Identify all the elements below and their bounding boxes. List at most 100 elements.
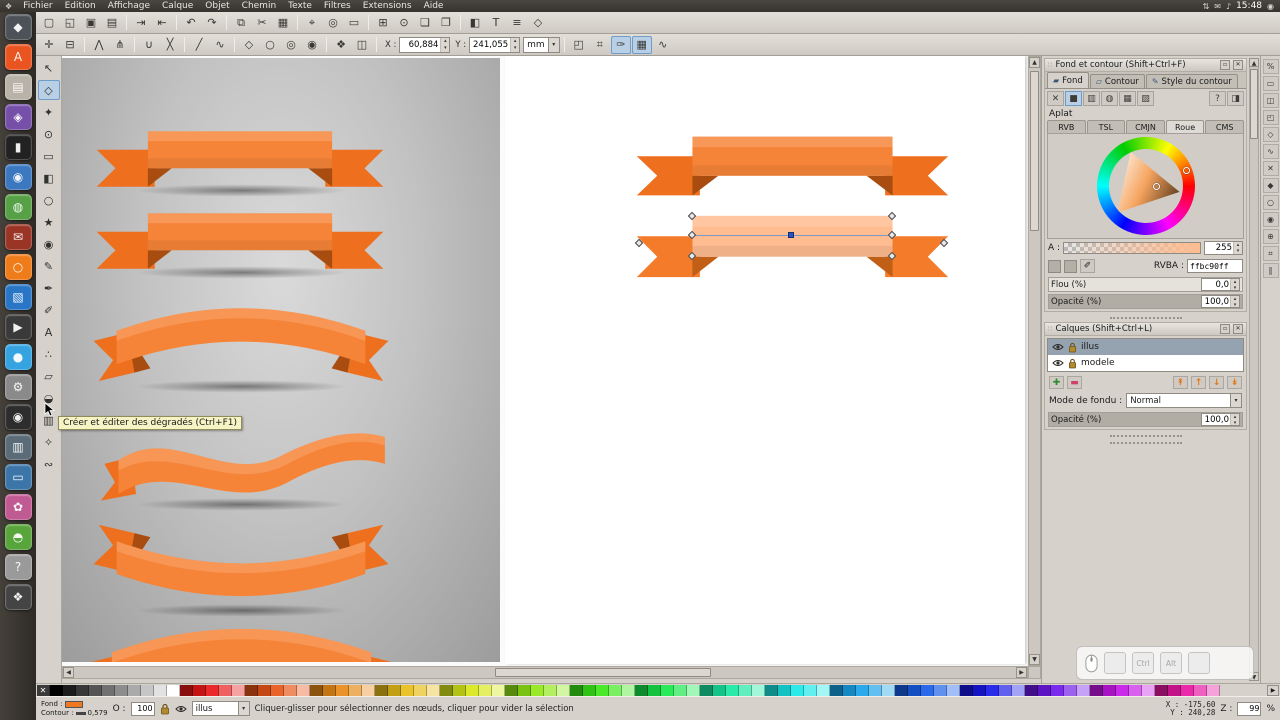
path-node[interactable] bbox=[687, 230, 697, 240]
layer-opacity-row[interactable]: Opacité (%) ▴▾ bbox=[1048, 412, 1243, 427]
float-dialog-icon[interactable]: ▫ bbox=[1220, 324, 1230, 334]
color-mode-tab-tsl[interactable]: TSL bbox=[1086, 120, 1126, 133]
palette-swatch[interactable] bbox=[960, 684, 973, 696]
palette-swatch[interactable] bbox=[1025, 684, 1038, 696]
palette-swatch[interactable] bbox=[804, 684, 817, 696]
fill-stroke-dialog-icon[interactable]: ◧ bbox=[465, 14, 485, 32]
palette-swatch[interactable] bbox=[76, 684, 89, 696]
palette-swatch[interactable] bbox=[258, 684, 271, 696]
ungroup-icon[interactable]: ❐ bbox=[436, 14, 456, 32]
launcher-chromium-icon[interactable]: ● bbox=[4, 344, 32, 370]
palette-swatch[interactable] bbox=[687, 684, 700, 696]
cut-icon[interactable]: ✂ bbox=[252, 14, 272, 32]
reference-image[interactable] bbox=[62, 58, 500, 662]
unit-combobox[interactable]: mm ▾ bbox=[523, 36, 560, 53]
launcher-files-icon[interactable]: ▤ bbox=[4, 74, 32, 100]
palette-swatch[interactable] bbox=[297, 684, 310, 696]
text-tool[interactable]: A bbox=[38, 322, 60, 342]
menu-fichier[interactable]: Fichier bbox=[17, 0, 58, 12]
palette-swatch[interactable] bbox=[1129, 684, 1142, 696]
paint-flat-button[interactable]: ■ bbox=[1065, 91, 1082, 106]
palette-swatch[interactable] bbox=[492, 684, 505, 696]
palette-swatch[interactable] bbox=[115, 684, 128, 696]
scroll-down-icon[interactable]: ▼ bbox=[1029, 654, 1040, 665]
snap-smooth-icon[interactable]: ○ bbox=[1262, 195, 1279, 210]
palette-swatch[interactable] bbox=[765, 684, 778, 696]
palette-swatch[interactable] bbox=[570, 684, 583, 696]
selector-tool[interactable]: ↖ bbox=[38, 58, 60, 78]
alpha-slider[interactable] bbox=[1063, 242, 1201, 254]
palette-swatch[interactable] bbox=[778, 684, 791, 696]
snap-enable-icon[interactable]: % bbox=[1262, 59, 1279, 74]
blur-row[interactable]: Flou (%) ▴▾ bbox=[1048, 277, 1243, 292]
dock-resize-grip[interactable] bbox=[1109, 435, 1182, 437]
bezier-tool[interactable]: ✒ bbox=[38, 278, 60, 298]
zoom-selection-icon[interactable]: ⌖ bbox=[302, 14, 322, 32]
menu-objet[interactable]: Objet bbox=[199, 0, 235, 12]
palette-swatch[interactable] bbox=[531, 684, 544, 696]
group-icon[interactable]: ❏ bbox=[415, 14, 435, 32]
palette-swatch[interactable] bbox=[518, 684, 531, 696]
palette-swatch[interactable] bbox=[167, 684, 180, 696]
palette-swatch[interactable] bbox=[427, 684, 440, 696]
star-tool[interactable]: ★ bbox=[38, 212, 60, 232]
palette-swatch[interactable] bbox=[180, 684, 193, 696]
palette-swatch[interactable] bbox=[219, 684, 232, 696]
layer-opacity-spinbox[interactable]: ▴▾ bbox=[1201, 413, 1240, 426]
palette-swatch[interactable] bbox=[882, 684, 895, 696]
paint-radial-gradient-button[interactable]: ◍ bbox=[1101, 91, 1118, 106]
palette-swatch[interactable] bbox=[921, 684, 934, 696]
paste-icon[interactable]: ▦ bbox=[273, 14, 293, 32]
palette-swatch[interactable] bbox=[401, 684, 414, 696]
palette-swatch[interactable] bbox=[947, 684, 960, 696]
palette-swatch[interactable] bbox=[336, 684, 349, 696]
color-mode-tab-cms[interactable]: CMS bbox=[1205, 120, 1244, 133]
ribbon-flat-1[interactable] bbox=[95, 126, 385, 192]
mail-icon[interactable]: ✉ bbox=[1214, 2, 1221, 11]
remove-layer-button[interactable]: ▬ bbox=[1067, 376, 1082, 389]
palette-swatch[interactable] bbox=[1155, 684, 1168, 696]
snap-grid-icon[interactable]: ⌗ bbox=[1262, 246, 1279, 261]
raise-layer-top-button[interactable]: ↟ bbox=[1173, 376, 1188, 389]
node-cusp-icon[interactable]: ◇ bbox=[239, 36, 259, 54]
palette-swatch[interactable] bbox=[206, 684, 219, 696]
palette-swatch[interactable] bbox=[362, 684, 375, 696]
style-indicator[interactable]: Fond : Contour : 0,579 bbox=[41, 700, 108, 717]
clone-icon[interactable]: ⊙ bbox=[394, 14, 414, 32]
dialog-header[interactable]: ∷ Fond et contour (Shift+Ctrl+F) ▫ ✕ bbox=[1045, 59, 1246, 72]
vertical-scrollbar[interactable]: ▲ ▼ bbox=[1028, 56, 1041, 666]
palette-swatch[interactable] bbox=[50, 684, 63, 696]
palette-swatch[interactable] bbox=[453, 684, 466, 696]
palette-swatch[interactable] bbox=[869, 684, 882, 696]
ribbon-arc-bottom[interactable] bbox=[84, 614, 399, 662]
spiral-tool[interactable]: ◉ bbox=[38, 234, 60, 254]
alpha-spinbox[interactable]: ▴▾ bbox=[1204, 241, 1243, 255]
layer-visibility-icon[interactable] bbox=[1052, 343, 1064, 351]
palette-swatch[interactable] bbox=[1207, 684, 1220, 696]
menu-chemin[interactable]: Chemin bbox=[236, 0, 283, 12]
palette-swatch[interactable] bbox=[232, 684, 245, 696]
paint-alternate-button[interactable]: ◨ bbox=[1227, 91, 1244, 106]
spin-arrows-icon[interactable]: ▴ ▾ bbox=[1230, 296, 1239, 308]
palette-swatch[interactable] bbox=[544, 684, 557, 696]
copy-icon[interactable]: ⧉ bbox=[231, 14, 251, 32]
tab-style-contour[interactable]: ✎ Style du contour bbox=[1145, 74, 1238, 88]
current-layer-combobox[interactable]: illus ▾ bbox=[191, 701, 250, 716]
layer-row-modele[interactable]: modele bbox=[1048, 355, 1243, 371]
palette-swatch[interactable] bbox=[1064, 684, 1077, 696]
opacity-spinbox[interactable]: ▴▾ bbox=[1201, 295, 1240, 308]
stroke-to-path-icon[interactable]: ◫ bbox=[352, 36, 372, 54]
palette-swatch[interactable] bbox=[271, 684, 284, 696]
canvas[interactable] bbox=[62, 56, 1028, 666]
tab-fond[interactable]: ▰ Fond bbox=[1047, 72, 1089, 88]
snap-bbox-icon[interactable]: ▭ bbox=[1262, 76, 1279, 91]
launcher-inkscape-icon[interactable]: ◆ bbox=[4, 14, 32, 40]
palette-swatch[interactable] bbox=[141, 684, 154, 696]
paint-linear-gradient-button[interactable]: ▥ bbox=[1083, 91, 1100, 106]
new-document-icon[interactable]: ▢ bbox=[39, 14, 59, 32]
join-segment-icon[interactable]: ∪ bbox=[139, 36, 159, 54]
ellipse-tool[interactable]: ○ bbox=[38, 190, 60, 210]
palette-swatch[interactable] bbox=[752, 684, 765, 696]
break-nodes-icon[interactable]: ⋔ bbox=[110, 36, 130, 54]
zoom-spinbox[interactable] bbox=[1237, 701, 1262, 716]
